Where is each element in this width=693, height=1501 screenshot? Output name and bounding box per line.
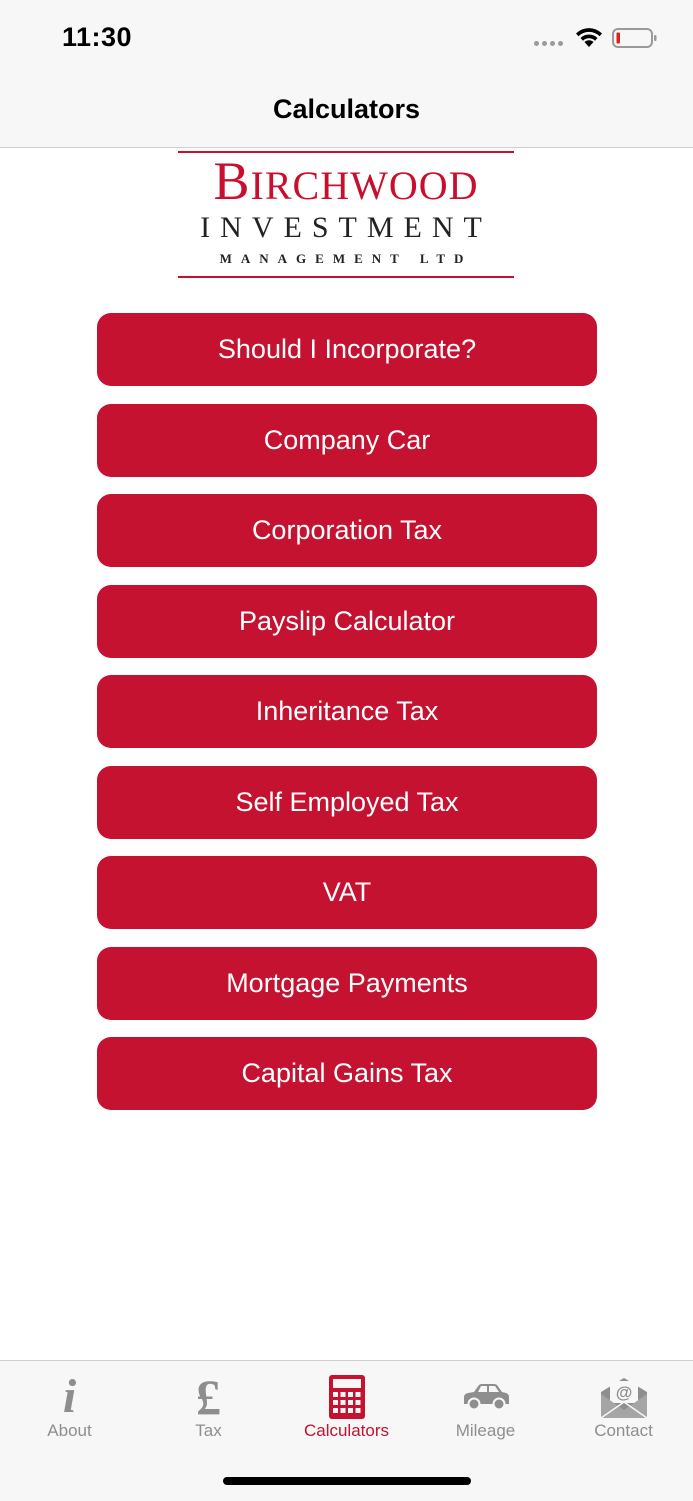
tab-mileage-label: Mileage <box>455 1421 516 1440</box>
info-icon: i <box>62 1370 77 1423</box>
tab-calculators-label: Calculators <box>303 1421 390 1440</box>
self-employed-tax-button[interactable]: Self Employed Tax <box>97 766 597 839</box>
car-icon <box>416 1369 555 1425</box>
should-i-incorporate-button[interactable]: Should I Incorporate? <box>97 313 597 386</box>
battery-icon <box>612 28 657 48</box>
pound-icon: £ <box>196 1369 221 1425</box>
birchwood-logo: BIRCHWOOD INVESTMENT MANAGEMENT LTD <box>178 151 514 281</box>
logo-bottom-rule <box>178 276 514 278</box>
tab-contact-label: Contact <box>594 1421 653 1440</box>
status-bar: 11:30 <box>0 0 693 78</box>
logo-line-investment: INVESTMENT <box>200 211 492 244</box>
page-title: Calculators <box>272 94 421 124</box>
home-indicator[interactable] <box>223 1477 471 1485</box>
svg-text:@: @ <box>615 1383 632 1402</box>
mortgage-payments-button[interactable]: Mortgage Payments <box>97 947 597 1020</box>
tab-calculators[interactable]: Calculators <box>277 1361 416 1456</box>
tab-about[interactable]: i About <box>0 1361 139 1456</box>
vat-button[interactable]: VAT <box>97 856 597 929</box>
company-car-button[interactable]: Company Car <box>97 404 597 477</box>
wifi-icon <box>576 28 602 47</box>
cellular-signal-icon <box>534 41 563 46</box>
capital-gains-tax-button[interactable]: Capital Gains Tax <box>97 1037 597 1110</box>
tab-mileage[interactable]: Mileage <box>416 1361 555 1456</box>
logo-line-management: MANAGEMENT LTD <box>219 251 473 266</box>
corporation-tax-button[interactable]: Corporation Tax <box>97 494 597 567</box>
payslip-calculator-button[interactable]: Payslip Calculator <box>97 585 597 658</box>
tab-about-label: About <box>47 1421 92 1440</box>
status-time: 11:30 <box>62 22 133 52</box>
tab-tax-label: Tax <box>195 1421 222 1440</box>
calculator-icon <box>277 1369 416 1425</box>
navigation-bar: Calculators <box>0 78 693 148</box>
logo-name: BIRCHWOOD <box>213 151 479 211</box>
inheritance-tax-button[interactable]: Inheritance Tax <box>97 675 597 748</box>
tab-tax[interactable]: £ Tax <box>139 1361 278 1456</box>
email-icon: @ <box>554 1369 693 1425</box>
tab-contact[interactable]: @ Contact <box>554 1361 693 1456</box>
